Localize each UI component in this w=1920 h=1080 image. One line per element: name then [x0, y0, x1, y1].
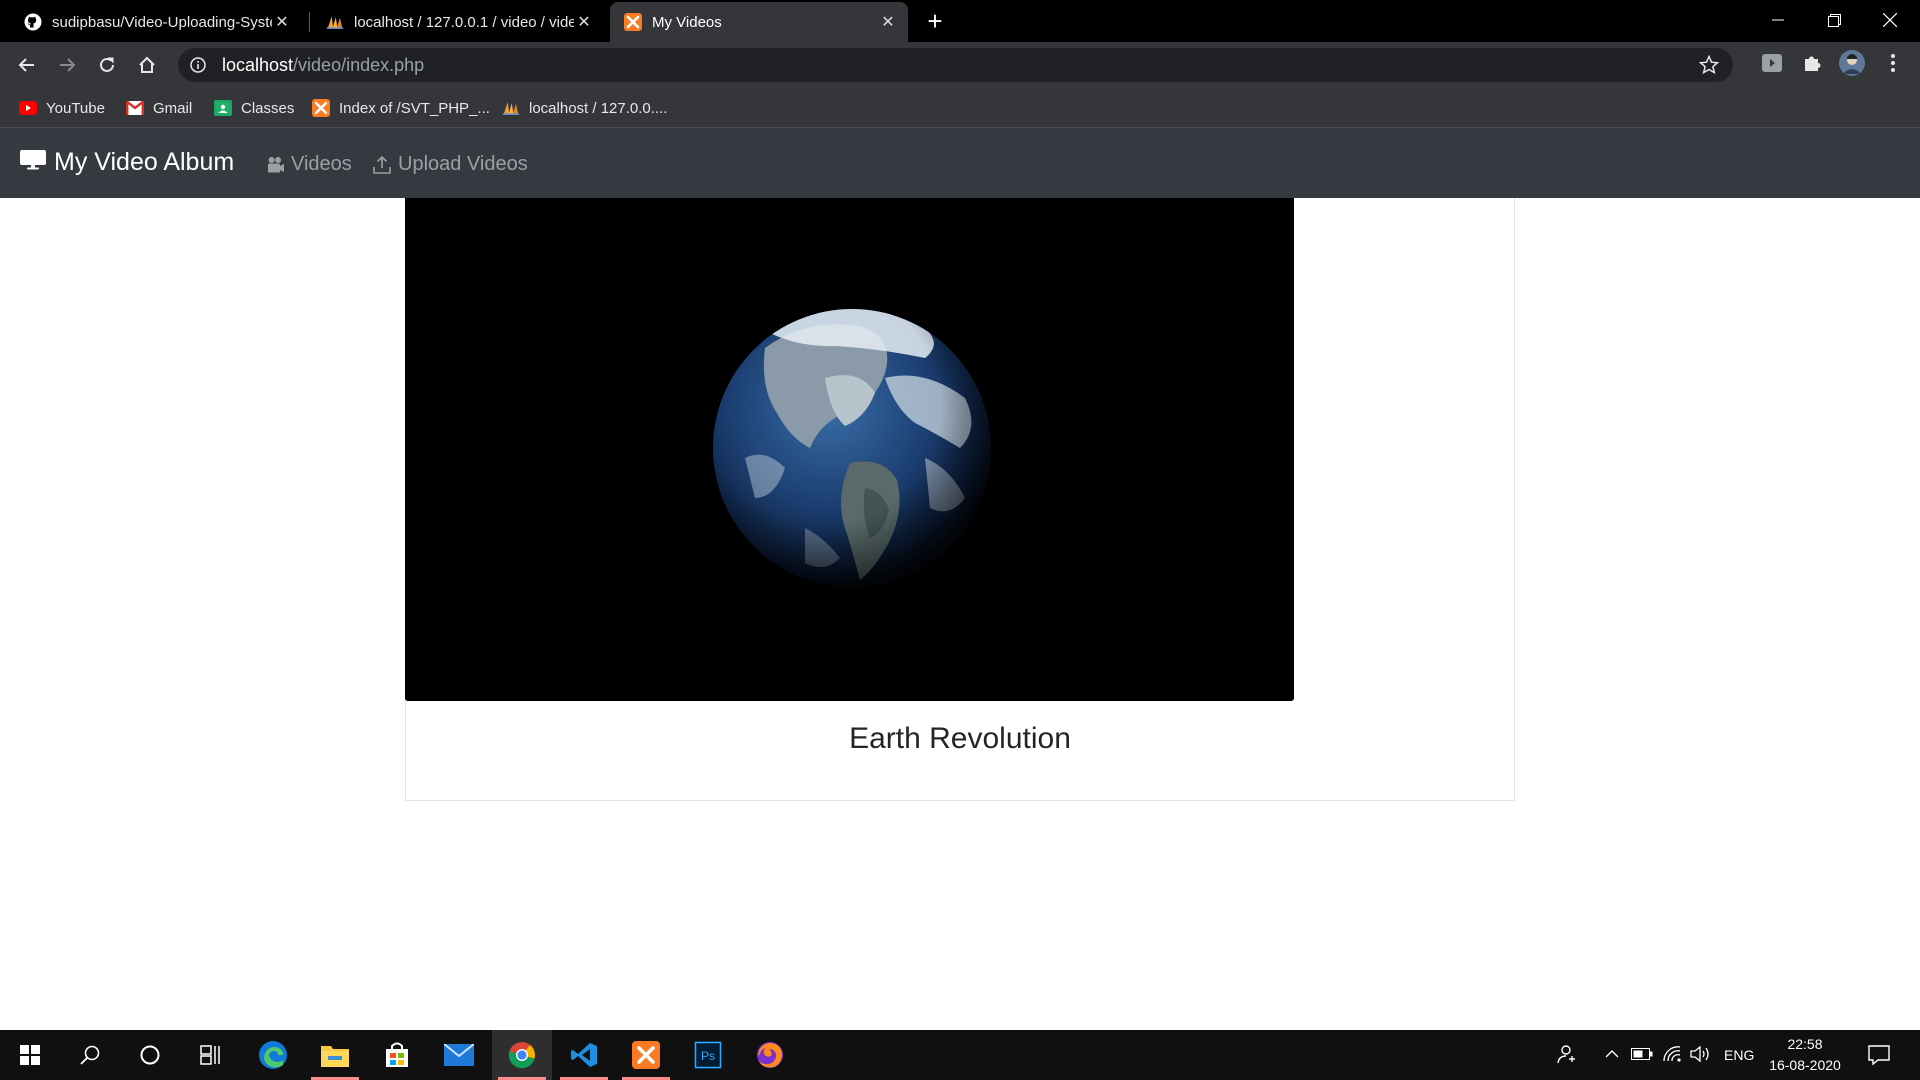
xampp-icon [312, 99, 330, 117]
windows-taskbar: Ps ENG 22:58 16-08-2020 [0, 1030, 1920, 1080]
tab-title: My Videos [652, 13, 722, 31]
github-icon [24, 13, 42, 31]
nav-link-videos[interactable]: Videos [267, 153, 352, 176]
svg-text:Ps: Ps [701, 1049, 715, 1063]
bookmark-label: YouTube [46, 99, 105, 117]
monitor-icon [20, 148, 46, 177]
taskbar-clock[interactable]: 22:58 16-08-2020 [1760, 1034, 1850, 1076]
close-icon[interactable]: ✕ [574, 12, 594, 32]
profile-avatar[interactable] [1839, 50, 1865, 76]
wifi-icon[interactable] [1662, 1045, 1682, 1066]
bookmark-label: Classes [241, 99, 295, 117]
address-bar[interactable]: localhost/video/index.php [178, 48, 1733, 82]
reload-icon[interactable] [92, 50, 122, 80]
video-camera-icon [268, 156, 284, 172]
phpmyadmin-icon [502, 99, 520, 117]
close-icon[interactable]: ✕ [272, 12, 292, 32]
tab-phpmyadmin[interactable]: localhost / 127.0.0.1 / video / videos ✕ [312, 2, 604, 42]
volume-icon[interactable] [1690, 1045, 1712, 1066]
language-indicator[interactable]: ENG [1724, 1047, 1754, 1063]
site-info-icon[interactable] [188, 55, 208, 75]
site-navbar: My Video Album Videos Upload Videos [0, 128, 1920, 198]
new-tab-icon[interactable]: + [920, 6, 950, 36]
mail-icon[interactable] [429, 1030, 489, 1080]
cortana-icon[interactable] [120, 1030, 180, 1080]
xampp-icon [624, 13, 642, 31]
chevron-up-icon[interactable] [1604, 1046, 1620, 1065]
photoshop-icon[interactable]: Ps [678, 1030, 738, 1080]
tab-title: localhost / 127.0.0.1 / video / videos [354, 13, 574, 31]
menu-dots-icon[interactable] [1880, 50, 1906, 76]
restore-icon[interactable] [1806, 0, 1862, 40]
firefox-icon[interactable] [740, 1030, 800, 1080]
bookmark-localhost-phpmyadmin[interactable]: localhost / 127.0.0.... [502, 97, 667, 119]
vscode-icon[interactable] [554, 1030, 614, 1080]
xampp-icon[interactable] [616, 1030, 676, 1080]
file-explorer-icon[interactable] [305, 1030, 365, 1080]
battery-icon[interactable] [1631, 1047, 1653, 1064]
tab-separator [309, 12, 310, 32]
tab-github[interactable]: sudipbasu/Video-Uploading-System ✕ [10, 2, 302, 42]
forward-icon[interactable] [52, 50, 82, 80]
bookmark-star-icon[interactable] [1698, 54, 1720, 80]
people-icon[interactable] [1556, 1044, 1576, 1067]
url-text[interactable]: localhost/video/index.php [222, 55, 424, 76]
bookmark-label: Gmail [153, 99, 193, 117]
upload-icon [373, 155, 391, 174]
nav-link-label: Videos [291, 153, 352, 175]
video-title: Earth Revolution [849, 722, 1071, 755]
search-icon[interactable] [60, 1030, 120, 1080]
bookmark-label: localhost / 127.0.0.... [529, 99, 668, 117]
earth-video-frame [405, 198, 1294, 701]
url-path: /video/index.php [293, 54, 425, 75]
clock-date: 16-08-2020 [1769, 1057, 1841, 1073]
bookmark-label: Index of /SVT_PHP_... [339, 99, 490, 117]
tab-my-videos[interactable]: My Videos ✕ [610, 2, 908, 42]
browser-toolbar: localhost/video/index.php [0, 42, 1920, 88]
tab-title: sudipbasu/Video-Uploading-System [52, 13, 272, 31]
classroom-icon [214, 99, 232, 117]
brand-title: My Video Album [54, 148, 235, 176]
close-icon[interactable]: ✕ [878, 12, 898, 32]
notification-center-icon[interactable] [1868, 1044, 1890, 1069]
video-player[interactable] [405, 198, 1294, 701]
chrome-icon[interactable] [492, 1030, 552, 1080]
store-icon[interactable] [367, 1030, 427, 1080]
youtube-icon [19, 99, 37, 117]
home-icon[interactable] [132, 50, 162, 80]
close-window-icon[interactable] [1862, 0, 1918, 40]
bookmarks-bar: YouTube Gmail Classes Index of /SVT_PHP_… [0, 88, 1920, 128]
nav-link-label: Upload Videos [398, 153, 528, 175]
minimize-icon[interactable] [1750, 0, 1806, 40]
bookmark-index-svt-php[interactable]: Index of /SVT_PHP_... [312, 97, 490, 119]
bookmark-gmail[interactable]: Gmail [126, 97, 192, 119]
brand-link[interactable]: My Video Album [20, 148, 234, 177]
url-host: localhost [222, 54, 294, 75]
task-view-icon[interactable] [180, 1030, 240, 1080]
edge-icon[interactable] [243, 1030, 303, 1080]
start-icon[interactable] [0, 1030, 60, 1080]
bookmark-youtube[interactable]: YouTube [19, 97, 105, 119]
extensions-puzzle-icon[interactable] [1799, 50, 1825, 76]
bookmark-classes[interactable]: Classes [214, 97, 294, 119]
nav-link-upload-videos[interactable]: Upload Videos [372, 153, 528, 176]
clock-time: 22:58 [1787, 1036, 1823, 1052]
phpmyadmin-icon [326, 13, 344, 31]
back-icon[interactable] [12, 50, 42, 80]
browser-tab-bar: sudipbasu/Video-Uploading-System ✕ local… [0, 0, 1920, 42]
media-extension-icon[interactable] [1759, 50, 1785, 76]
gmail-icon [126, 99, 144, 117]
